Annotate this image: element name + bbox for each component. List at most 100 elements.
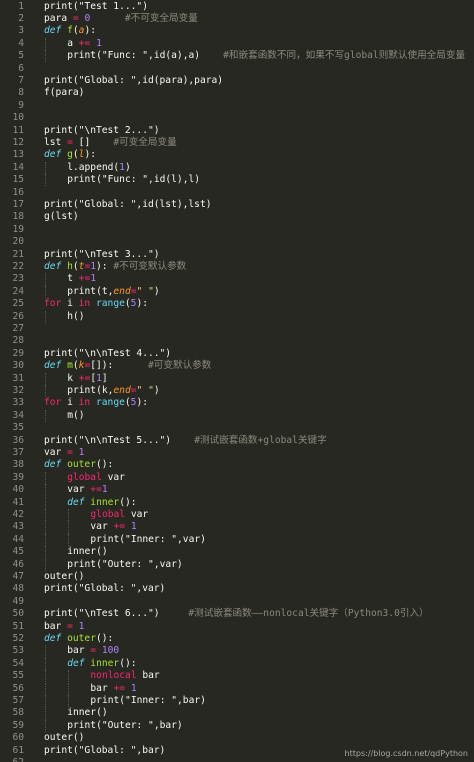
code-line: 37 var = 1 <box>0 447 474 459</box>
code-token: inner <box>90 496 120 508</box>
code-line: 52 def outer(): <box>0 633 474 645</box>
code-token: += <box>113 521 126 533</box>
code-token: 100 <box>101 645 120 657</box>
line-number: 36 <box>12 434 24 446</box>
code-token: outer() <box>44 732 85 744</box>
code-line: 57 print("Inner: ",bar) <box>0 694 474 708</box>
line-number: 46 <box>12 558 24 570</box>
line-number: 30 <box>12 360 24 372</box>
code-line: 15 print("Func: ",id(l),l) <box>0 174 474 187</box>
code-line: 42 global var <box>0 508 474 522</box>
code-line: 29 print("\n\nTest 4...") <box>0 348 474 360</box>
line-number: 51 <box>12 620 24 632</box>
code-text: def inner(): <box>67 658 136 670</box>
code-token: inner() <box>67 546 108 558</box>
code-token: para <box>44 12 73 24</box>
code-token: k <box>67 372 79 384</box>
code-text: print("Global: ",id(lst),lst) <box>44 199 212 211</box>
code-line: 12 lst = [] #可变全局变量 <box>0 137 474 149</box>
code-token: g(lst) <box>44 211 79 223</box>
indent-guide <box>45 273 46 286</box>
code-line: 13 def g(l): <box>0 149 474 161</box>
code-token: 1 <box>130 521 137 533</box>
indent-guide <box>68 694 70 708</box>
code-text: var +=1 <box>67 484 107 496</box>
code-token: m() <box>67 409 85 421</box>
code-token: inner <box>90 657 120 669</box>
code-text: print("Func: ",id(a),a) #和嵌套函数不同，如果不写glo… <box>67 50 465 62</box>
code-token: print("Outer: ",bar) <box>67 719 183 731</box>
code-token: bar <box>44 620 68 632</box>
code-token: ) <box>153 285 160 297</box>
code-token: += <box>78 37 91 49</box>
indent-guide <box>45 533 46 547</box>
line-number: 27 <box>12 322 24 334</box>
code-line: 30 def m(k=[]): #可变默认参数 <box>0 360 474 372</box>
line-number: 17 <box>12 198 24 210</box>
code-line: 3 def f(a): <box>0 25 474 37</box>
code-token: i <box>61 397 79 409</box>
code-token: a <box>67 37 79 49</box>
indent-guide <box>68 521 70 534</box>
code-line: 44 print("Inner: ",var) <box>0 533 474 547</box>
line-number: 21 <box>12 248 24 260</box>
indent-guide <box>45 161 46 175</box>
line-number: 16 <box>12 186 24 198</box>
code-token: var <box>67 484 91 496</box>
line-number: 60 <box>12 732 24 744</box>
code-text: var = 1 <box>44 447 84 459</box>
line-number: 7 <box>18 74 24 86</box>
code-text: print("Global: ",var) <box>44 583 165 595</box>
code-text: a += 1 <box>67 38 102 50</box>
code-token: var <box>101 471 125 483</box>
indent-guide <box>45 521 46 534</box>
line-number: 34 <box>12 409 24 421</box>
code-line: 49 <box>0 596 474 608</box>
indent-guide <box>45 384 46 398</box>
code-token: (): <box>119 496 137 508</box>
code-text: lst = [] #可变全局变量 <box>44 137 177 149</box>
line-number: 25 <box>12 298 24 310</box>
code-line: 56 bar += 1 <box>0 682 474 695</box>
code-token: def <box>44 149 62 161</box>
line-number: 14 <box>12 161 24 173</box>
code-token: print("Inner: ",var) <box>90 533 206 545</box>
code-line: 27 <box>0 323 474 335</box>
code-token: print("Test 1...") <box>44 0 148 12</box>
code-token: var <box>90 521 114 533</box>
code-token: += <box>78 273 91 285</box>
code-token: end <box>113 285 131 297</box>
code-token: ) <box>124 161 131 173</box>
code-line: 34 m() <box>0 409 474 423</box>
line-number: 53 <box>12 645 24 657</box>
line-number: 29 <box>12 347 24 359</box>
line-number: 32 <box>12 384 24 396</box>
code-token: in <box>78 298 91 310</box>
code-text: print("Inner: ",var) <box>90 534 206 546</box>
line-number: 23 <box>12 273 24 285</box>
code-text: print("\n\nTest 5...") #测试嵌套函数+global关键字 <box>44 435 327 447</box>
code-token: outer <box>67 632 96 644</box>
code-line: 25 for i in range(5): <box>0 298 474 310</box>
code-token: in <box>78 397 91 409</box>
code-text: nonlocal bar <box>90 670 159 682</box>
code-token: var <box>125 508 149 520</box>
line-number: 22 <box>12 260 24 272</box>
code-token: 1 <box>90 273 97 285</box>
code-text: def m(k=[]): #可变默认参数 <box>44 360 211 372</box>
line-number: 2 <box>18 12 24 24</box>
code-token: for <box>44 397 62 409</box>
line-number: 43 <box>12 521 24 533</box>
code-text: k +=[1] <box>67 373 107 385</box>
code-token: print("Func: ",id(a),a) <box>67 50 224 62</box>
code-token: #测试嵌套函数——nonlocal关键字（Python3.0引入） <box>188 608 429 620</box>
code-editor[interactable]: 1 print("Test 1...") 2 para = 0 #不可变全局变量 3 de… <box>0 0 474 762</box>
code-token: ): <box>136 298 149 310</box>
indent-guide <box>45 670 46 683</box>
line-number: 45 <box>12 546 24 558</box>
code-token: print("Outer: ",var) <box>67 558 183 570</box>
line-number: 33 <box>12 397 24 409</box>
line-number: 31 <box>12 372 24 384</box>
indent-guide <box>45 471 46 485</box>
code-line: 31 k +=[1] <box>0 372 474 385</box>
